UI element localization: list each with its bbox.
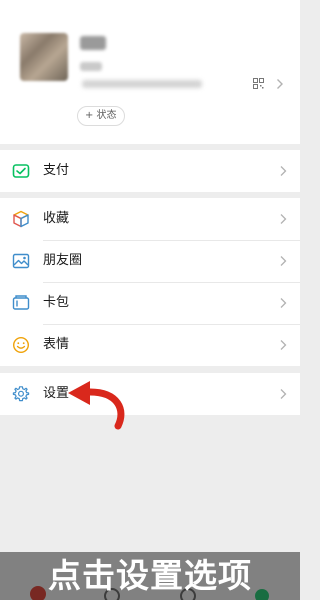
chevron-right-icon	[280, 298, 287, 308]
menu-item-label: 支付	[43, 163, 70, 178]
menu-item-label: 卡包	[43, 295, 70, 310]
cube-icon	[13, 210, 29, 228]
menu-item-settings[interactable]: 设置	[0, 373, 300, 415]
wechat-id-detail-blur	[82, 80, 202, 88]
pay-group: 支付	[0, 150, 300, 192]
wallet-icon	[12, 295, 30, 310]
wechat-id-blur	[80, 62, 102, 71]
chevron-right-icon	[280, 389, 287, 399]
qr-code-icon[interactable]	[253, 78, 264, 89]
status-button[interactable]: + 状态	[77, 106, 125, 126]
menu-item-label: 朋友圈	[43, 253, 83, 268]
smiley-icon	[12, 336, 30, 354]
settings-group: 设置	[0, 373, 300, 415]
me-tab-screen: 昵称 微信号 + 状态 支付	[0, 0, 300, 600]
chevron-right-icon	[277, 79, 283, 89]
menu-item-favorites[interactable]: 收藏	[0, 198, 300, 240]
menu-item-stickers[interactable]: 表情	[0, 324, 300, 366]
avatar[interactable]	[20, 33, 68, 81]
chevron-right-icon	[280, 256, 287, 266]
wechat-id: 微信号	[80, 62, 210, 88]
menu-item-cards[interactable]: 卡包	[0, 282, 300, 324]
menu-item-label: 收藏	[43, 211, 70, 226]
chevron-right-icon	[280, 166, 287, 176]
red-arrow-annotation	[68, 381, 125, 430]
chevron-right-icon	[280, 340, 287, 350]
pay-icon	[12, 164, 30, 178]
menu-item-label: 表情	[43, 337, 70, 352]
menu-item-moments[interactable]: 朋友圈	[0, 240, 300, 282]
chevron-right-icon	[280, 214, 287, 224]
caption-text: 点击设置选项	[48, 556, 252, 595]
nickname: 昵称	[80, 36, 106, 50]
gear-icon	[12, 386, 30, 402]
services-group: 收藏 朋友圈 卡包 表情	[0, 198, 300, 366]
profile-header[interactable]: 昵称 微信号 + 状态	[0, 0, 300, 144]
image-icon	[12, 253, 30, 269]
menu-item-pay[interactable]: 支付	[0, 150, 300, 192]
